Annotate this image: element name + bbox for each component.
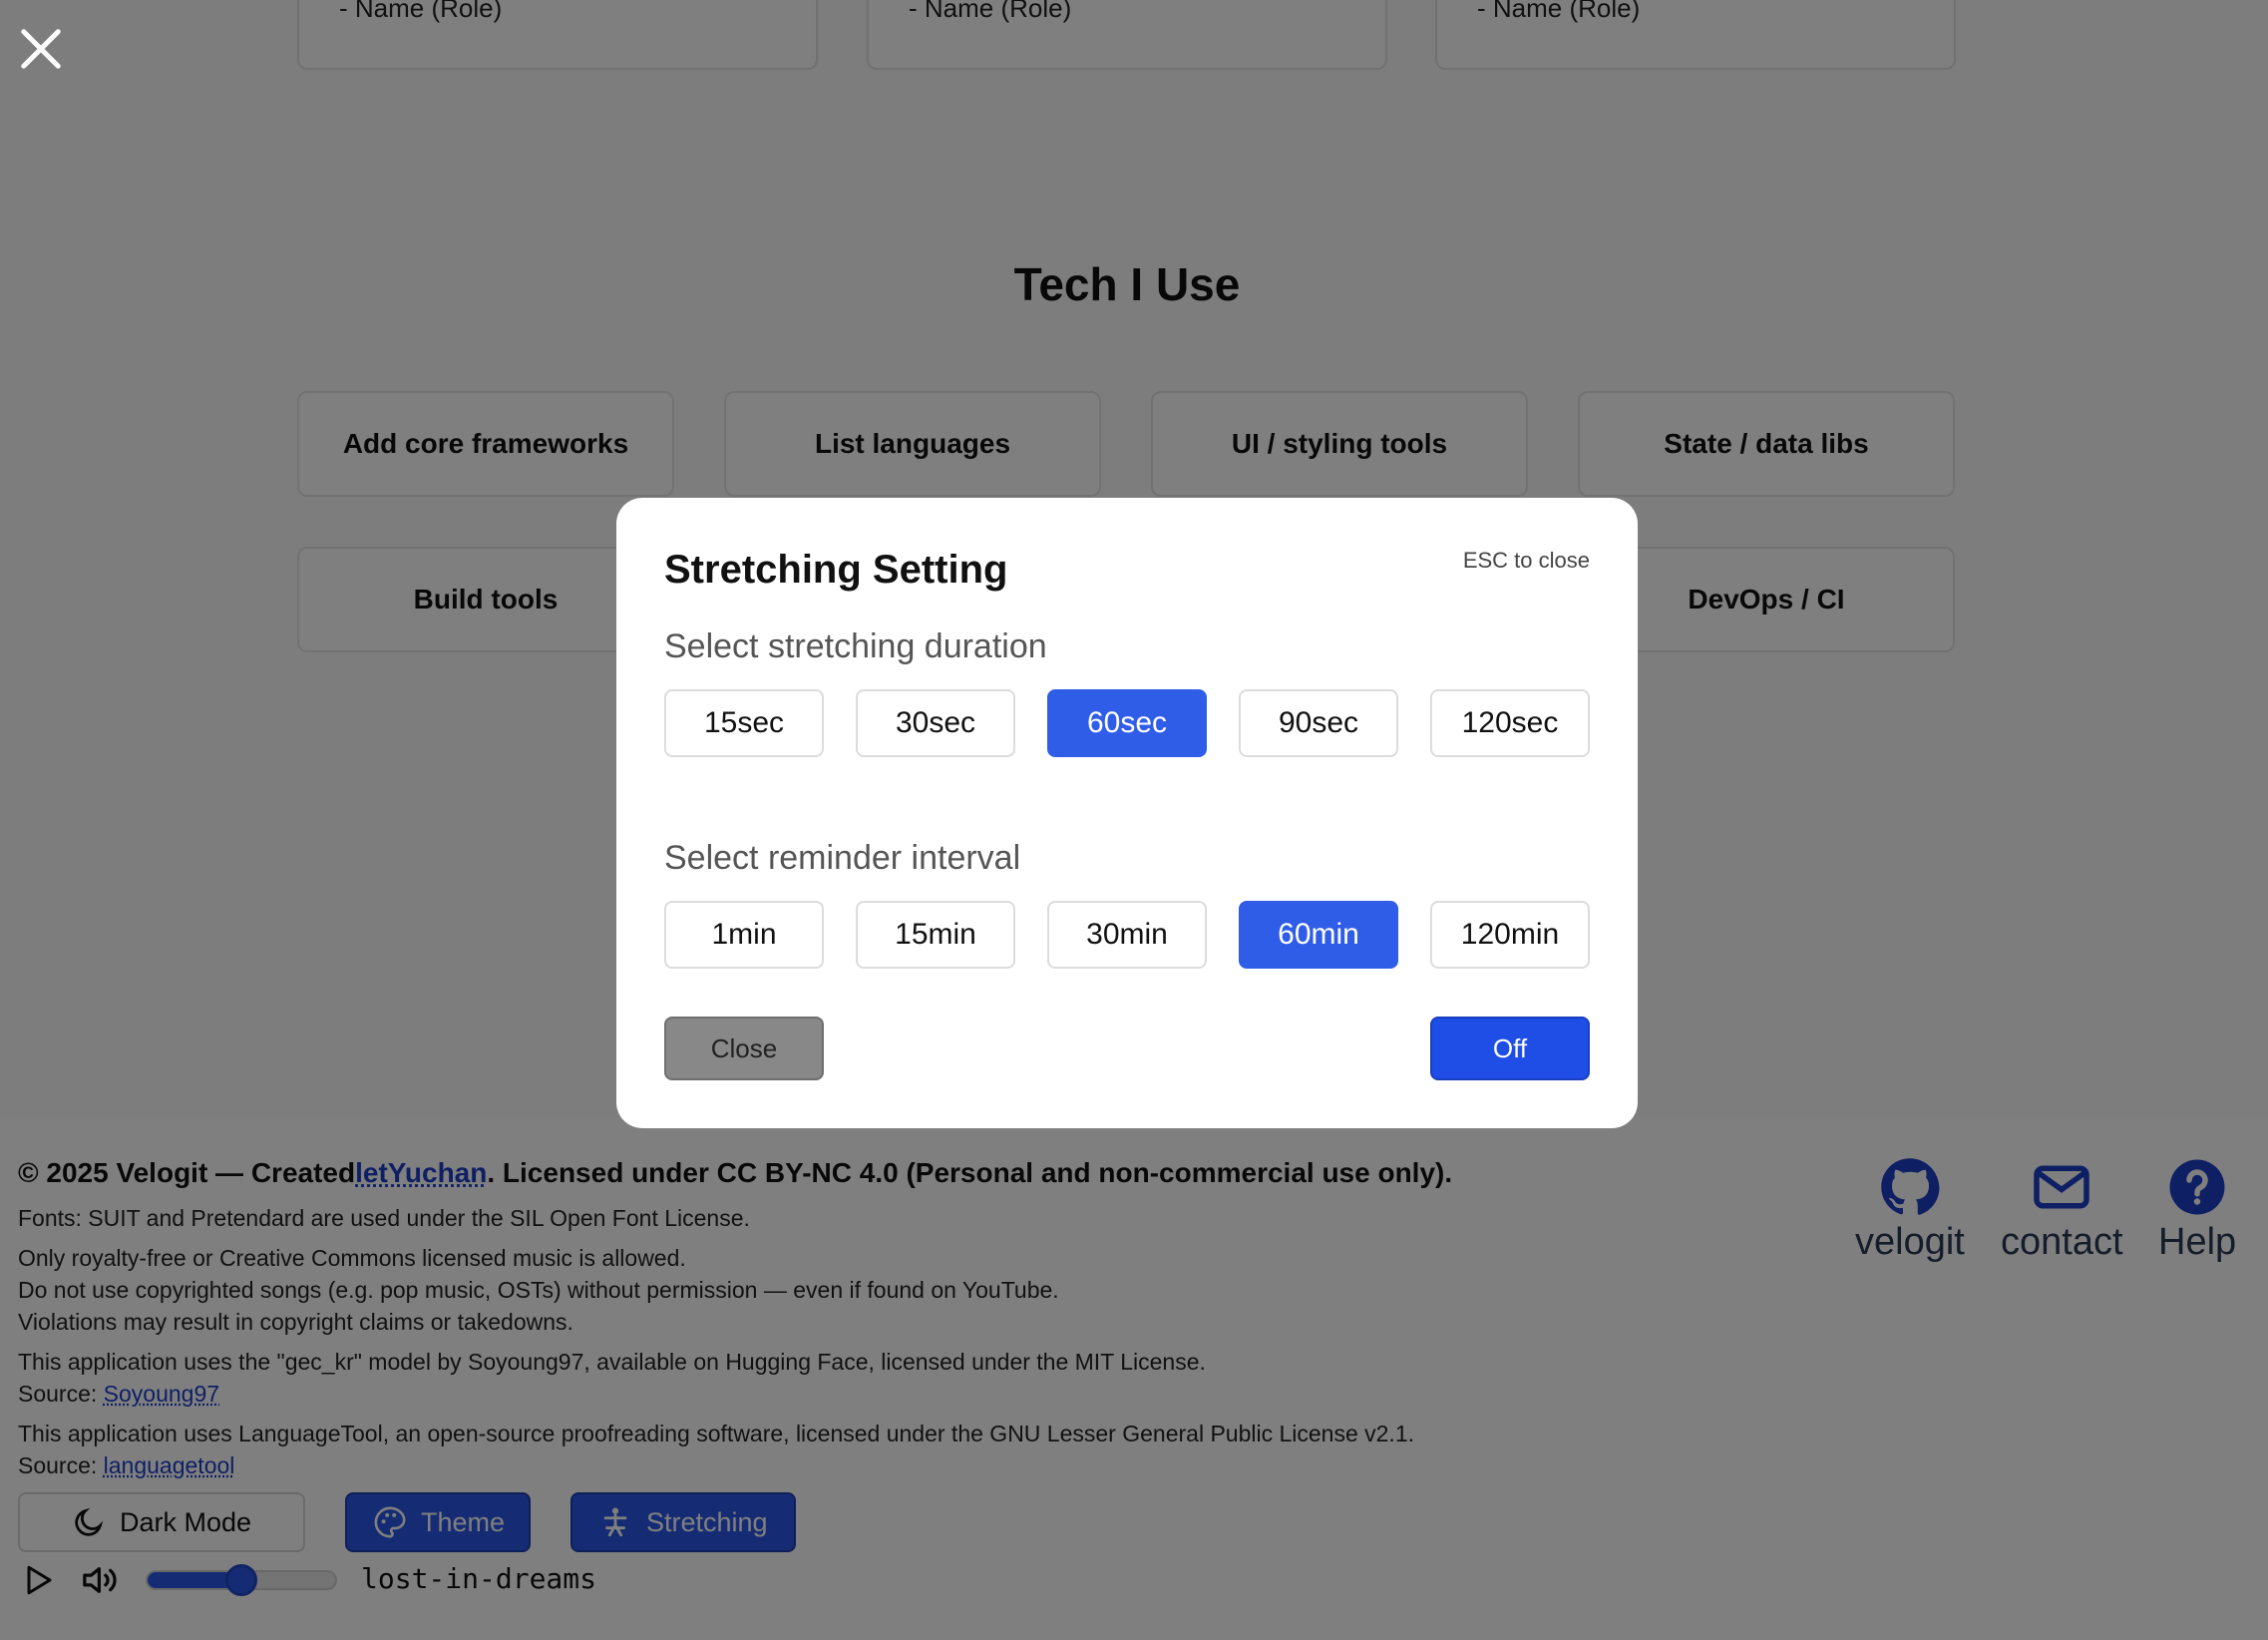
close-icon[interactable]	[18, 26, 64, 72]
interval-options: 1min 15min 30min 60min 120min	[664, 901, 1590, 969]
esc-hint: ESC to close	[1462, 548, 1590, 573]
duration-options: 15sec 30sec 60sec 90sec 120sec	[664, 689, 1590, 757]
interval-option-30min[interactable]: 30min	[1047, 901, 1207, 969]
duration-label: Select stretching duration	[664, 627, 1047, 665]
duration-option-90sec[interactable]: 90sec	[1239, 689, 1398, 757]
duration-option-15sec[interactable]: 15sec	[664, 689, 824, 757]
interval-option-15min[interactable]: 15min	[856, 901, 1015, 969]
interval-option-60min[interactable]: 60min	[1239, 901, 1398, 969]
duration-option-30sec[interactable]: 30sec	[856, 689, 1015, 757]
stretching-settings-modal: Stretching Setting ESC to close Select s…	[616, 498, 1638, 1128]
interval-option-120min[interactable]: 120min	[1430, 901, 1590, 969]
duration-option-120sec[interactable]: 120sec	[1430, 689, 1590, 757]
interval-label: Select reminder interval	[664, 839, 1021, 877]
interval-option-1min[interactable]: 1min	[664, 901, 824, 969]
stretching-off-button[interactable]: Off	[1430, 1017, 1590, 1080]
modal-title: Stretching Setting	[664, 548, 1008, 592]
duration-option-60sec[interactable]: 60sec	[1047, 689, 1207, 757]
modal-close-button[interactable]: Close	[664, 1017, 824, 1080]
